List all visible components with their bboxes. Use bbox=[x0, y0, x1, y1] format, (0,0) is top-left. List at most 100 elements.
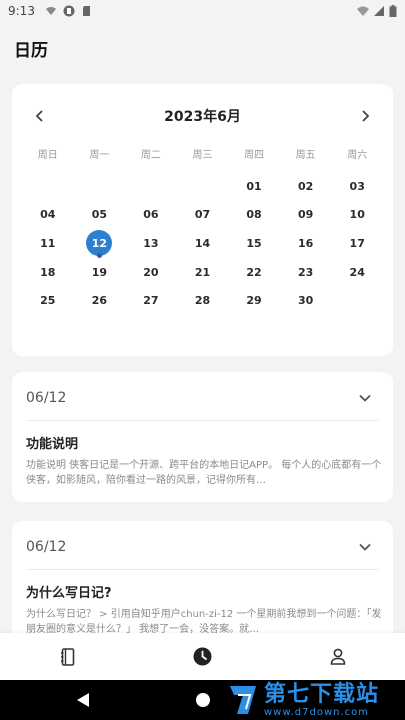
calendar-day-number: 04 bbox=[40, 208, 56, 222]
calendar-day-number: 13 bbox=[143, 236, 159, 250]
calendar-day-number: 17 bbox=[349, 236, 365, 250]
entry-divider bbox=[26, 569, 379, 570]
calendar-day[interactable]: 27 bbox=[125, 286, 177, 315]
calendar-day-number: 30 bbox=[297, 294, 314, 308]
calendar-day[interactable]: 03 bbox=[331, 172, 383, 201]
calendar-day[interactable]: 10 bbox=[331, 201, 383, 230]
calendar-day[interactable]: 15 bbox=[228, 229, 280, 258]
cell-signal-icon bbox=[374, 6, 384, 16]
calendar-day[interactable]: 06 bbox=[125, 201, 177, 230]
calendar-day-number: 07 bbox=[194, 208, 211, 222]
calendar-header: 2023年6月 bbox=[12, 106, 393, 126]
weekday-label: 周四 bbox=[244, 150, 265, 161]
diary-book-icon bbox=[60, 647, 74, 666]
calendar-month-title: 2023年6月 bbox=[164, 109, 241, 125]
prev-month-button[interactable] bbox=[28, 106, 52, 126]
calendar-day-number: 08 bbox=[246, 208, 262, 222]
system-navigation-bar: 第七下载站 www.d7down.com bbox=[0, 680, 405, 720]
calendar-day-number: 26 bbox=[91, 294, 107, 308]
calendar-day[interactable]: 04 bbox=[22, 201, 74, 230]
person-icon bbox=[330, 648, 345, 665]
calendar-day-number: 24 bbox=[349, 265, 365, 279]
app-notification-icon bbox=[63, 5, 75, 17]
calendar-day[interactable]: 19 bbox=[74, 258, 126, 287]
calendar-day[interactable]: 01 bbox=[228, 172, 280, 201]
calendar-day[interactable]: 17 bbox=[331, 229, 383, 258]
nav-diary-tab[interactable] bbox=[38, 637, 98, 677]
calendar-day-number: 18 bbox=[40, 265, 56, 279]
calendar-day-number: 16 bbox=[297, 236, 314, 250]
calendar-day[interactable]: 26 bbox=[74, 286, 126, 315]
status-notification-icons bbox=[45, 5, 93, 17]
calendar-day[interactable]: 05 bbox=[74, 201, 126, 230]
nav-calendar-tab[interactable] bbox=[173, 637, 233, 677]
calendar-day-number: 05 bbox=[91, 208, 107, 222]
calendar-day-number: 11 bbox=[40, 236, 56, 250]
calendar-day[interactable]: 02 bbox=[280, 172, 332, 201]
chevron-right-icon bbox=[362, 110, 370, 122]
status-time: 9:13 bbox=[8, 4, 35, 18]
entry-title: 为什么写日记? bbox=[26, 586, 112, 601]
chevron-down-icon bbox=[359, 394, 371, 402]
expand-entry-button[interactable] bbox=[357, 539, 373, 555]
calendar-day-number: 28 bbox=[194, 294, 211, 308]
calendar-day[interactable]: 13 bbox=[125, 229, 177, 258]
calendar-day-number: 09 bbox=[297, 208, 314, 222]
calendar-day[interactable]: 09 bbox=[280, 201, 332, 230]
weekday-label: 周六 bbox=[347, 150, 368, 161]
calendar-empty-cell bbox=[22, 172, 74, 201]
calendar-day[interactable]: 22 bbox=[228, 258, 280, 287]
calendar-day[interactable]: 16 bbox=[280, 229, 332, 258]
calendar-day-number: 15 bbox=[246, 236, 262, 250]
weekday-label: 周三 bbox=[192, 150, 213, 161]
calendar-day-number: 27 bbox=[143, 294, 159, 308]
calendar-day-number: 19 bbox=[91, 265, 107, 279]
wifi-signal-icon bbox=[357, 6, 369, 16]
calendar-day-selected[interactable]: 12 bbox=[74, 229, 126, 258]
calendar-day-number: 02 bbox=[297, 179, 314, 193]
calendar-day[interactable]: 07 bbox=[177, 201, 229, 230]
calendar-day-grid: 01 02 03 04 05 06 07 08 09 10 11 12 13 14 15 16 17 18 19 20… bbox=[22, 172, 383, 315]
calendar-day[interactable]: 29 bbox=[228, 286, 280, 315]
calendar-day[interactable]: 24 bbox=[331, 258, 383, 287]
calendar-day[interactable]: 11 bbox=[22, 229, 74, 258]
calendar-day[interactable]: 30 bbox=[280, 286, 332, 315]
bottom-navigation bbox=[0, 633, 405, 680]
calendar-day-number: 01 bbox=[246, 179, 262, 193]
entry-date: 06/12 bbox=[26, 390, 67, 406]
clock-icon bbox=[193, 647, 212, 666]
next-month-button[interactable] bbox=[353, 106, 377, 126]
status-bar: 9:13 bbox=[0, 0, 405, 22]
calendar-day[interactable]: 20 bbox=[125, 258, 177, 287]
calendar-day-number: 03 bbox=[349, 179, 365, 193]
calendar-day[interactable]: 14 bbox=[177, 229, 229, 258]
calendar-day-number: 10 bbox=[349, 208, 365, 222]
calendar-day[interactable]: 28 bbox=[177, 286, 229, 315]
calendar-day-number: 06 bbox=[143, 208, 159, 222]
calendar-day[interactable]: 25 bbox=[22, 286, 74, 315]
calendar-day-number: 21 bbox=[194, 265, 211, 279]
calendar-card: 2023年6月 周日 周一 周二 周三 周四 周五 周六 01 02 03 04 05 0… bbox=[12, 84, 393, 356]
status-system-icons bbox=[357, 5, 397, 17]
calendar-day-number: 14 bbox=[194, 236, 211, 250]
calendar-day-number: 29 bbox=[246, 294, 262, 308]
nav-profile-tab[interactable] bbox=[308, 637, 368, 677]
diary-entry-card[interactable]: 06/12 功能说明 功能说明 侠客日记是一个开源、跨平台的本地日记APP。 每… bbox=[12, 372, 393, 502]
expand-entry-button[interactable] bbox=[357, 390, 373, 406]
calendar-empty-cell bbox=[74, 172, 126, 201]
weekday-row: 周日 周一 周二 周三 周四 周五 周六 bbox=[22, 146, 383, 161]
entry-preview: 功能说明 侠客日记是一个开源、跨平台的本地日记APP。 每个人的心底都有一个侠客… bbox=[26, 460, 382, 486]
wifi-notification-icon bbox=[45, 7, 56, 15]
calendar-day-number: 25 bbox=[40, 294, 56, 308]
calendar-day[interactable]: 08 bbox=[228, 201, 280, 230]
calendar-day[interactable]: 23 bbox=[280, 258, 332, 287]
calendar-day[interactable]: 21 bbox=[177, 258, 229, 287]
calendar-empty-cell bbox=[177, 172, 229, 201]
calendar-day-number: 22 bbox=[246, 265, 262, 279]
entry-date: 06/12 bbox=[26, 539, 67, 555]
back-triangle-icon[interactable] bbox=[76, 692, 90, 708]
calendar-day[interactable]: 18 bbox=[22, 258, 74, 287]
watermark-url: www.d7down.com bbox=[264, 706, 370, 718]
weekday-label: 周日 bbox=[37, 150, 58, 161]
home-circle-icon[interactable] bbox=[196, 693, 210, 707]
